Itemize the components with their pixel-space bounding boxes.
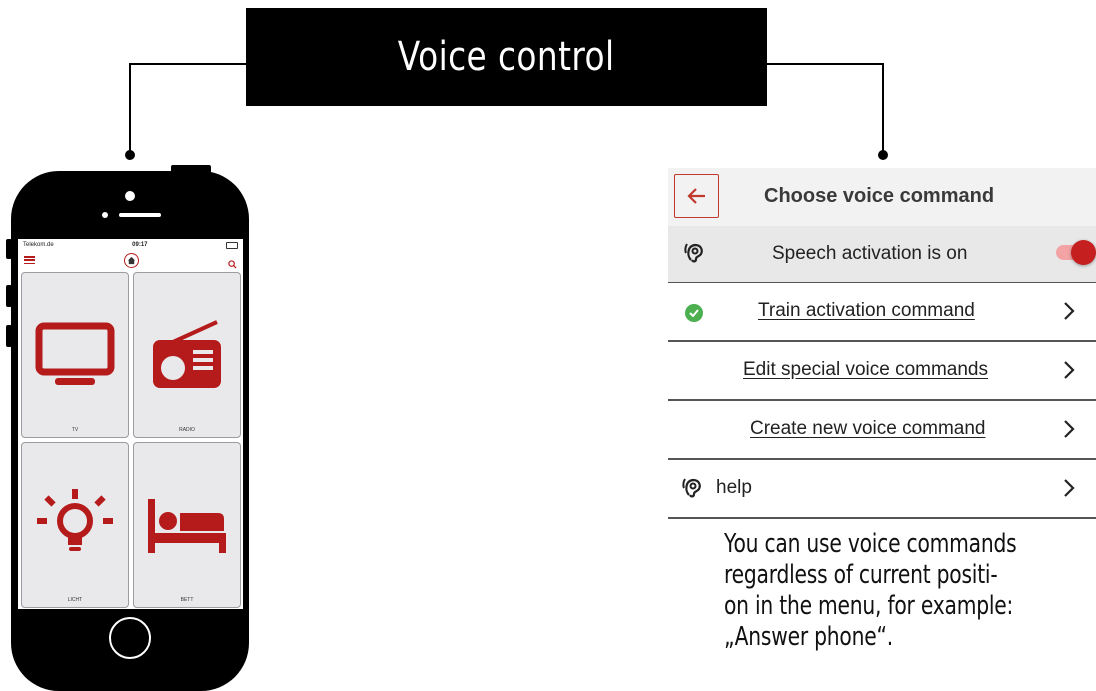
- menu-row-train[interactable]: Train activation command: [668, 283, 1096, 342]
- app-bar: [18, 251, 243, 269]
- note-line: on in the menu, for example:: [724, 591, 1014, 621]
- tile-label: TV: [71, 427, 79, 433]
- tile-radio[interactable]: RADIO: [133, 272, 241, 438]
- power-button: [171, 165, 211, 173]
- menu-icon[interactable]: [24, 256, 35, 264]
- note-line: regardless of current positi-: [724, 560, 998, 590]
- panel-header: Choose voice command: [668, 168, 1096, 226]
- front-camera: [125, 191, 135, 201]
- explanation-text: You can use voice commands regardless of…: [724, 529, 1054, 653]
- status-bar: Telekom.de 09:17: [18, 239, 243, 251]
- edit-special-commands-link[interactable]: Edit special voice commands: [743, 359, 988, 381]
- speech-activation-row: Speech activation is on: [668, 226, 1096, 283]
- connector-left-dot: [125, 150, 135, 160]
- menu-row-edit-special[interactable]: Edit special voice commands: [668, 342, 1096, 401]
- phone-mockup: Telekom.de 09:17 TV RADIO LICHT BETT: [6, 165, 249, 691]
- bed-icon: [148, 499, 226, 553]
- connector-right-horizontal: [766, 63, 884, 65]
- lightbulb-icon: [37, 489, 113, 551]
- home-logo-icon[interactable]: [124, 252, 139, 268]
- connector-left-vertical: [129, 63, 131, 153]
- speech-activation-toggle[interactable]: [1056, 240, 1096, 265]
- earpiece-speaker: [119, 213, 161, 217]
- status-time: 09:17: [132, 242, 148, 248]
- chevron-right-icon: [1064, 302, 1075, 320]
- menu-row-create[interactable]: Create new voice command: [668, 401, 1096, 460]
- carrier-label: Telekom.de: [23, 242, 54, 248]
- help-label: help: [716, 477, 752, 498]
- battery-icon: [225, 241, 238, 249]
- proximity-sensor: [102, 212, 108, 218]
- chevron-right-icon: [1064, 420, 1075, 438]
- tile-label: RADIO: [179, 427, 195, 433]
- chevron-right-icon: [1064, 479, 1075, 497]
- connector-left-horizontal: [129, 63, 247, 65]
- page-title: Choose voice command: [764, 185, 995, 207]
- home-button[interactable]: [109, 617, 151, 659]
- chevron-right-icon: [1064, 361, 1075, 379]
- mute-switch: [6, 239, 12, 259]
- connector-right-dot: [878, 150, 888, 160]
- tile-label: LICHT: [67, 597, 83, 603]
- banner-title: Voice control: [398, 34, 615, 80]
- volume-down-button: [6, 325, 12, 347]
- tile-tv[interactable]: TV: [21, 272, 129, 438]
- radio-icon: [153, 320, 221, 388]
- speech-activation-label: Speech activation is on: [772, 243, 968, 264]
- tile-bett[interactable]: BETT: [133, 442, 241, 608]
- train-activation-link[interactable]: Train activation command: [758, 300, 975, 322]
- voice-command-panel: Choose voice command Speech activation i…: [668, 168, 1096, 519]
- device-tile-grid: TV RADIO LICHT BETT: [21, 272, 241, 608]
- connector-right-vertical: [882, 63, 884, 153]
- tile-licht[interactable]: LICHT: [21, 442, 129, 608]
- create-command-link[interactable]: Create new voice command: [750, 418, 986, 440]
- title-banner: Voice control: [246, 8, 767, 106]
- phone-screen: Telekom.de 09:17 TV RADIO LICHT BETT: [18, 239, 243, 609]
- tile-label: BETT: [180, 597, 194, 603]
- back-arrow-icon: [686, 188, 705, 204]
- note-line: „Answer phone“.: [724, 622, 893, 652]
- menu-row-help[interactable]: help: [668, 460, 1096, 519]
- volume-up-button: [6, 285, 12, 307]
- search-icon[interactable]: [228, 256, 237, 269]
- check-icon: [685, 304, 703, 322]
- ear-icon: [682, 478, 701, 498]
- ear-icon: [684, 243, 703, 263]
- note-line: You can use voice commands: [724, 529, 1017, 559]
- back-button[interactable]: [674, 174, 719, 218]
- tv-icon: [35, 322, 115, 385]
